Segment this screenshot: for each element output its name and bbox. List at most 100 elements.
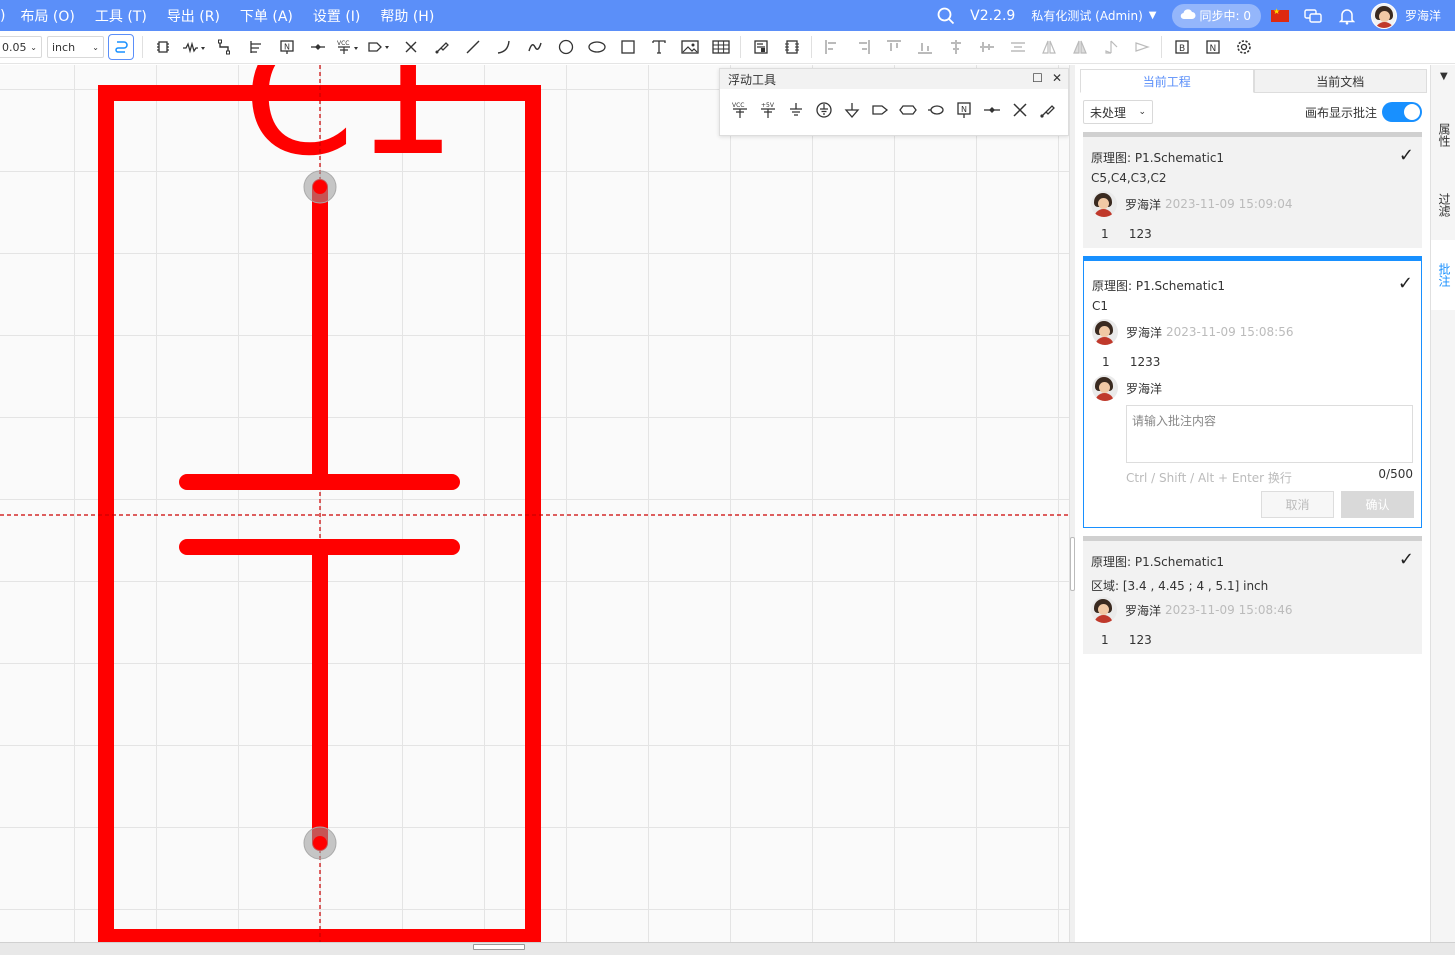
floating-tools-panel[interactable]: 浮动工具 ☐ ✕ VCC +5V N	[719, 68, 1069, 136]
distribute-h-icon[interactable]	[1002, 34, 1033, 60]
probe-icon[interactable]	[426, 34, 457, 60]
comment-target: C5,C4,C3,C2	[1091, 171, 1167, 185]
no-connect-icon[interactable]	[1006, 92, 1034, 128]
tab-current-project[interactable]: 当前工程	[1080, 69, 1254, 93]
comment-time: 2023-11-09 15:08:46	[1165, 603, 1293, 617]
probe-icon[interactable]	[1034, 92, 1062, 128]
line-icon[interactable]	[457, 34, 488, 60]
comment-card-active[interactable]: 原理图: P1.Schematic1 ✓ C1 罗海洋 2023-11-09 1…	[1083, 256, 1422, 528]
align-right-icon[interactable]	[847, 34, 878, 60]
tab-current-document[interactable]: 当前文档	[1253, 69, 1427, 93]
show-comments-toggle[interactable]	[1382, 102, 1422, 122]
username-label[interactable]: 罗海洋	[1405, 7, 1441, 24]
port-bidir-icon[interactable]	[894, 92, 922, 128]
earth-icon[interactable]	[810, 92, 838, 128]
no-connect-icon[interactable]	[395, 34, 426, 60]
menu-tools[interactable]: 工具 (T)	[95, 6, 147, 26]
port-oval-icon[interactable]	[922, 92, 950, 128]
cancel-button[interactable]: 取消	[1261, 491, 1334, 518]
main-toolbar: 0.05 ⌄ inch ⌄ N VCC B N	[0, 31, 1455, 64]
port-in-icon[interactable]	[866, 92, 894, 128]
resolve-check-icon[interactable]: ✓	[1399, 145, 1414, 166]
side-tab-properties[interactable]: 属性	[1431, 95, 1455, 175]
comment-target: 区域: [3.4 , 4.45 ; 4 , 5.1] inch	[1091, 579, 1269, 593]
align-top-icon[interactable]	[878, 34, 909, 60]
arc-icon[interactable]	[488, 34, 519, 60]
close-icon[interactable]: ✕	[1052, 71, 1062, 85]
confirm-button[interactable]: 确认	[1341, 491, 1414, 518]
unit-select[interactable]: inch ⌄	[47, 36, 104, 58]
comment-card[interactable]: 原理图: P1.Schematic1 ✓ 区域: [3.4 , 4.45 ; 4…	[1083, 536, 1422, 654]
status-filter-select[interactable]: 未处理 ⌄	[1083, 100, 1153, 124]
sheet-entry-icon[interactable]	[776, 34, 807, 60]
sync-status[interactable]: 同步中: 0	[1172, 3, 1261, 28]
align-left-icon[interactable]	[816, 34, 847, 60]
table-icon[interactable]	[705, 34, 736, 60]
avatar	[1092, 375, 1118, 401]
text-icon[interactable]	[643, 34, 674, 60]
horizontal-scrollbar[interactable]	[0, 942, 1455, 955]
menu-settings[interactable]: 设置 (I)	[313, 6, 361, 26]
svg-text:N: N	[961, 105, 967, 114]
resolve-check-icon[interactable]: ✓	[1398, 273, 1413, 294]
comment-title: 原理图: P1.Schematic1	[1092, 279, 1226, 293]
bezier-icon[interactable]	[519, 34, 550, 60]
net-port-icon[interactable]	[364, 34, 395, 60]
reply-index: 1	[1101, 633, 1109, 647]
pin-icon[interactable]: ▼	[1440, 71, 1448, 82]
net-label-icon[interactable]: N	[271, 34, 302, 60]
tenant-select[interactable]: 私有化测试 (Admin) ▼	[1031, 7, 1156, 24]
menu-layout[interactable]: 布局 (O)	[20, 6, 74, 26]
chat-icon[interactable]	[1303, 6, 1323, 26]
vcc-icon[interactable]: VCC	[726, 92, 754, 128]
plus5v-icon[interactable]: +5V	[754, 92, 782, 128]
user-avatar[interactable]	[1370, 2, 1397, 29]
net-label-n-icon[interactable]: N	[950, 92, 978, 128]
bus-icon[interactable]	[209, 34, 240, 60]
net-flag-icon[interactable]	[978, 92, 1006, 128]
comment-input[interactable]: 请输入批注内容	[1126, 405, 1413, 463]
sheet-symbol-icon[interactable]	[745, 34, 776, 60]
flip-h-icon[interactable]	[1033, 34, 1064, 60]
language-flag-icon[interactable]	[1270, 7, 1289, 22]
flip-v-icon[interactable]	[1064, 34, 1095, 60]
doc-n-icon[interactable]: N	[1197, 34, 1228, 60]
side-tab-comments[interactable]: 批注	[1431, 240, 1455, 310]
capacitor-symbol[interactable]: C1	[0, 65, 1070, 942]
grid-size-select[interactable]: 0.05 ⌄	[0, 36, 42, 58]
toolbar-divider	[142, 36, 143, 58]
wire-icon[interactable]	[178, 34, 209, 60]
component-icon[interactable]	[147, 34, 178, 60]
align-vcenter-icon[interactable]	[971, 34, 1002, 60]
sync-label: 同步中: 0	[1199, 9, 1251, 23]
bell-icon[interactable]	[1337, 6, 1357, 26]
floating-tools-header[interactable]: 浮动工具 ☐ ✕	[720, 69, 1068, 89]
circle-icon[interactable]	[550, 34, 581, 60]
maximize-icon[interactable]: ☐	[1032, 71, 1043, 85]
vcc-icon[interactable]: VCC	[333, 34, 364, 60]
settings-icon[interactable]	[1228, 34, 1259, 60]
menu-export[interactable]: 导出 (R)	[167, 6, 220, 26]
side-tab-filter[interactable]: 过滤	[1431, 165, 1455, 245]
snap-toggle-button[interactable]	[108, 34, 134, 60]
rectangle-icon[interactable]	[612, 34, 643, 60]
menu-order[interactable]: 下单 (A)	[240, 6, 293, 26]
image-icon[interactable]	[674, 34, 705, 60]
gnd-arrow-icon[interactable]	[838, 92, 866, 128]
bus-entry-icon[interactable]	[240, 34, 271, 60]
ellipse-icon[interactable]	[581, 34, 612, 60]
ground-icon[interactable]	[782, 92, 810, 128]
net-flag-icon[interactable]	[302, 34, 333, 60]
designator-label: C1	[243, 65, 457, 191]
order-icon[interactable]	[1126, 34, 1157, 60]
doc-b-icon[interactable]: B	[1166, 34, 1197, 60]
search-icon[interactable]	[936, 6, 956, 26]
scrollbar-thumb[interactable]	[473, 944, 525, 950]
align-hcenter-icon[interactable]	[940, 34, 971, 60]
comment-card[interactable]: 原理图: P1.Schematic1 ✓ C5,C4,C3,C2 罗海洋 202…	[1083, 132, 1422, 248]
rotate-icon[interactable]	[1095, 34, 1126, 60]
menu-help[interactable]: 帮助 (H)	[380, 6, 434, 26]
align-bottom-icon[interactable]	[909, 34, 940, 60]
schematic-canvas[interactable]: C1	[0, 65, 1070, 942]
resolve-check-icon[interactable]: ✓	[1399, 549, 1414, 570]
